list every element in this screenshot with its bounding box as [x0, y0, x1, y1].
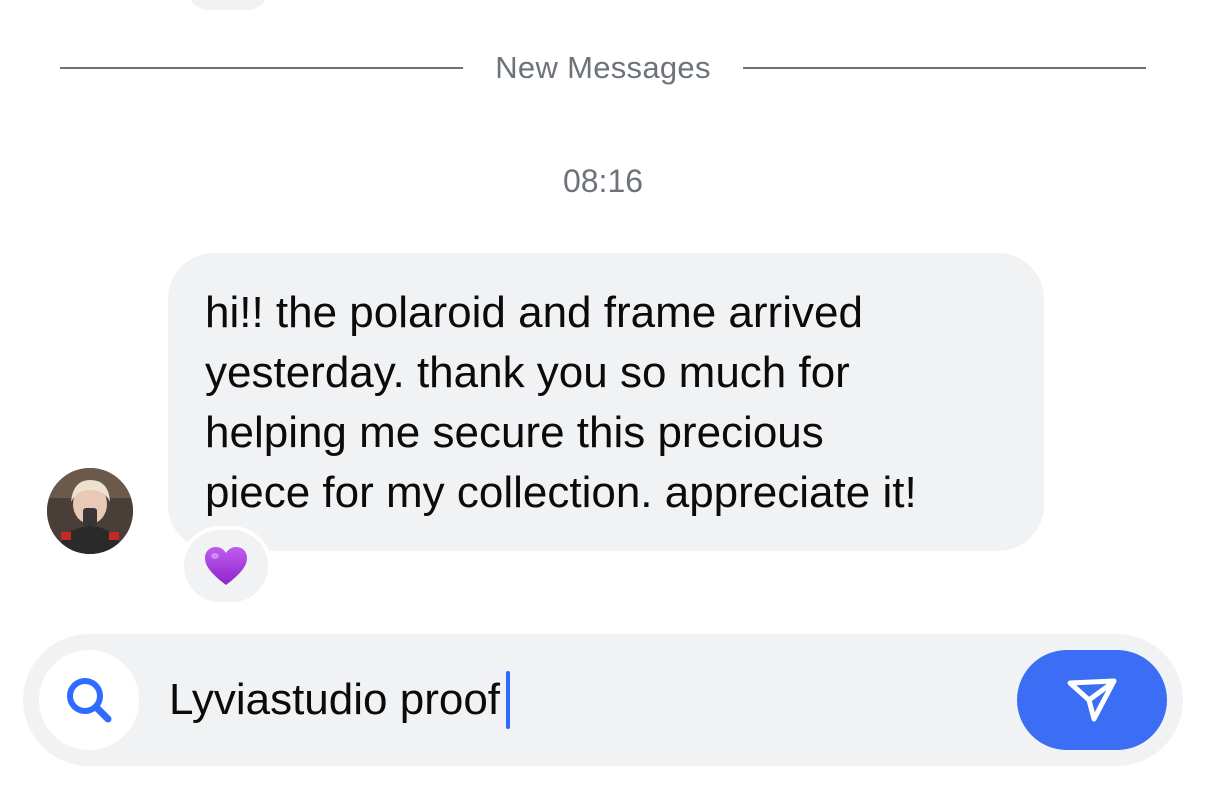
chat-screen: New Messages 08:16 hi!! the polaroid and… [0, 0, 1206, 790]
message-line: helping me secure this precious [205, 408, 824, 457]
message-timestamp: 08:16 [562, 163, 644, 199]
send-icon [1067, 678, 1117, 722]
message-bubble[interactable]: hi!! the polaroid and frame arrived yest… [168, 253, 1044, 551]
message-line: piece for my collection. appreciate it! [205, 468, 917, 517]
profile-photo-icon [47, 468, 133, 554]
purple-heart-icon [205, 547, 247, 585]
new-messages-divider: New Messages [60, 48, 1147, 88]
message-reaction[interactable] [180, 526, 272, 606]
message-input[interactable]: Lyviastudio proof [169, 670, 511, 730]
message-line: yesterday. thank you so much for [205, 348, 850, 397]
text-caret [506, 671, 511, 729]
avatar[interactable] [47, 468, 133, 554]
message-line: hi!! the polaroid and frame arrived [205, 288, 863, 337]
search-button[interactable] [39, 650, 139, 750]
previous-message-stub [188, 0, 268, 10]
divider-line-right [742, 67, 1147, 69]
new-messages-label: New Messages [495, 50, 711, 85]
divider-line-left [60, 67, 464, 69]
search-icon [67, 678, 112, 723]
send-button[interactable] [1017, 650, 1167, 750]
message-composer: Lyviastudio proof [23, 634, 1183, 766]
message-input-value: Lyviastudio proof [169, 675, 501, 724]
